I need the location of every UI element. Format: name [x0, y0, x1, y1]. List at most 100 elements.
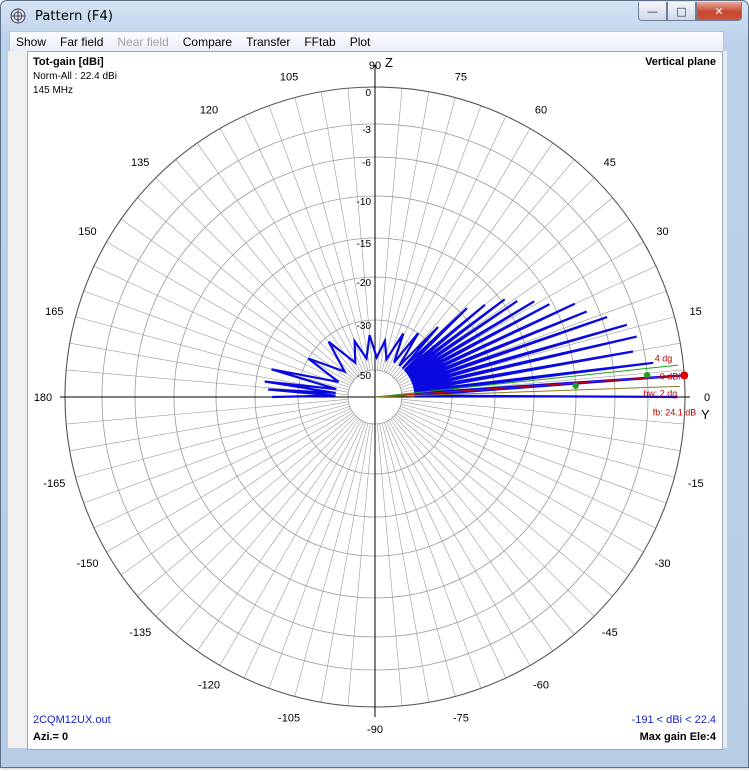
grid-spoke	[399, 408, 657, 529]
grid-spoke	[386, 421, 507, 679]
angle-label: -165	[43, 478, 65, 490]
window-title: Pattern (F4)	[35, 9, 113, 24]
angle-label: 135	[131, 157, 149, 169]
grid-spoke	[196, 142, 360, 376]
close-button[interactable]: ✕	[696, 2, 742, 21]
grid-spoke	[155, 177, 357, 379]
plot-area[interactable]: 0 15 30 45 60 75 90 105 120 135 150 165 180 -165 -150-…	[27, 51, 723, 750]
grid-spoke	[395, 414, 613, 597]
angle-label: 0	[704, 392, 710, 404]
half-power-dot	[572, 382, 579, 389]
angle-label: 45	[604, 157, 616, 169]
max-gain-angle-label: 4 dg	[655, 353, 673, 363]
grid-spoke	[175, 417, 358, 635]
grid-spoke	[120, 218, 354, 382]
menu-near-field[interactable]: Near field	[111, 35, 174, 49]
minimize-button[interactable]: —	[638, 2, 667, 21]
maximize-button[interactable]: □	[667, 2, 696, 21]
ring-db-label: -30	[357, 321, 372, 332]
zero-dbi-label: 0 dBi	[660, 371, 681, 381]
grid-spoke	[379, 423, 430, 703]
grid-spoke	[243, 421, 364, 679]
angle-label: 165	[45, 306, 63, 318]
grid-spoke	[75, 403, 349, 478]
grid-spoke	[93, 408, 351, 529]
filename-label: 2CQM12UX.out	[33, 714, 111, 726]
polar-pattern-plot: 0153045607590105120135150165180-165-150-…	[34, 55, 710, 736]
grid-spoke	[66, 399, 349, 425]
grid-spoke	[137, 414, 355, 597]
z-axis-letter: Z	[385, 55, 393, 70]
grid-spoke	[401, 399, 684, 425]
angle-label: 180	[34, 392, 52, 404]
angle-label: -105	[278, 713, 300, 725]
menu-compare[interactable]: Compare	[177, 35, 238, 49]
grid-spoke	[381, 423, 456, 697]
max-gain-dot	[680, 371, 689, 380]
angle-label: 150	[78, 226, 96, 238]
angle-label: -15	[688, 478, 704, 490]
ring-db-label: -10	[357, 197, 372, 208]
grid-spoke	[120, 412, 354, 576]
title-bar[interactable]: Pattern (F4) — □ ✕	[1, 1, 748, 31]
angle-label: -60	[533, 680, 549, 692]
ring-db-label: -20	[357, 278, 372, 289]
ring-db-label: -15	[357, 239, 372, 250]
menu-show[interactable]: Show	[10, 35, 52, 49]
angle-label: 105	[280, 71, 298, 83]
grid-spoke	[137, 197, 355, 380]
angle-label: 90	[369, 60, 381, 72]
angle-label: -30	[655, 558, 671, 570]
ring-db-label: -3	[362, 125, 371, 136]
frequency-label: 145 MHz	[33, 85, 74, 96]
menu-plot[interactable]: Plot	[344, 35, 377, 49]
grid-spoke	[392, 417, 575, 635]
gain-unit-label: Tot-gain [dBi]	[33, 56, 104, 68]
angle-label: -135	[129, 627, 151, 639]
menu-transfer[interactable]: Transfer	[240, 35, 296, 49]
angle-label: 75	[455, 71, 467, 83]
grid-spoke	[377, 423, 403, 706]
menu-bar: Show Far field Near field Compare Transf…	[9, 31, 724, 52]
half-power-dot	[643, 371, 651, 379]
grid-spoke	[155, 415, 357, 617]
pattern-trace	[264, 298, 685, 399]
grid-spoke	[196, 418, 360, 652]
angle-label: -150	[76, 558, 98, 570]
ring-db-label: -50	[357, 371, 372, 382]
grid-spoke	[386, 115, 507, 373]
grid-spoke	[69, 401, 349, 452]
grid-spoke	[401, 403, 675, 478]
angle-label: 15	[690, 306, 702, 318]
angle-label: -120	[198, 680, 220, 692]
azimuth-label: Azi.= 0	[33, 731, 69, 743]
angle-label: -75	[453, 713, 469, 725]
max-gain-label: Max gain Ele:4	[639, 731, 716, 743]
front-back-label: fb: 24.1 dB	[653, 407, 697, 417]
grid-spoke	[93, 265, 351, 386]
angle-label: -90	[367, 724, 383, 736]
grid-spoke	[320, 423, 371, 703]
menu-fftab[interactable]: FFtab	[298, 35, 341, 49]
pattern-app-icon	[10, 8, 26, 24]
angle-label: -45	[602, 627, 618, 639]
plane-label: Vertical plane	[645, 56, 716, 68]
y-axis-letter: Y	[701, 407, 710, 422]
grid-spoke	[401, 401, 681, 452]
ring-db-label: 0	[365, 88, 371, 99]
grid-spoke	[390, 418, 554, 652]
angle-label: 60	[535, 104, 547, 116]
grid-spoke	[379, 91, 430, 371]
grid-spoke	[294, 423, 369, 697]
grid-spoke	[393, 415, 595, 617]
beamwidth-label: bw: 2 dg	[643, 388, 677, 398]
grid-spoke	[377, 88, 403, 371]
grid-spoke	[243, 115, 364, 373]
grid-spoke	[75, 316, 349, 391]
menu-far-field[interactable]: Far field	[54, 35, 109, 49]
grid-spoke	[347, 423, 373, 706]
left-frame-strip	[8, 51, 27, 748]
ring-db-label: -6	[362, 158, 371, 169]
grid-spoke	[392, 159, 575, 377]
angle-label: 30	[656, 226, 668, 238]
